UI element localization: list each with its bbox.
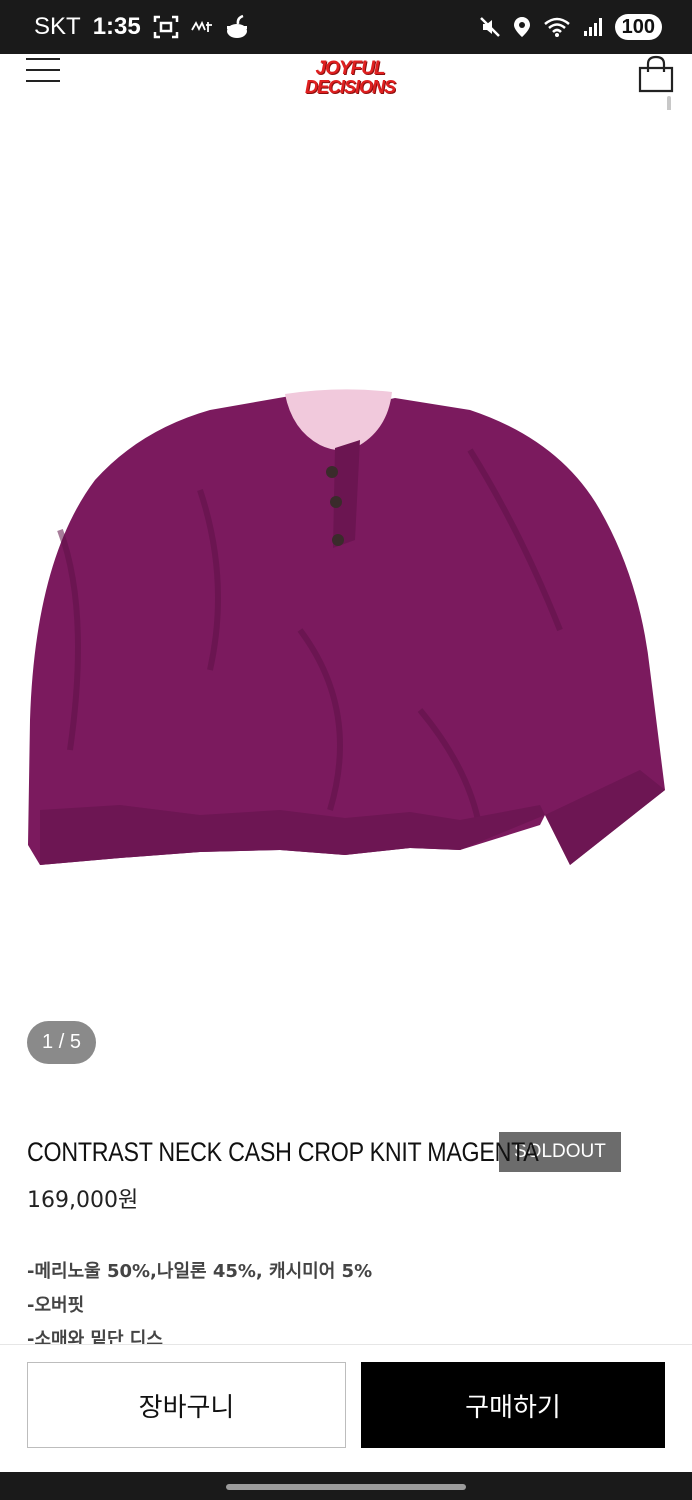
system-nav-bar <box>0 1472 692 1500</box>
status-bar: SKT 1:35 100 <box>0 0 692 54</box>
add-to-cart-button[interactable]: 장바구니 <box>27 1362 346 1448</box>
button-2 <box>330 496 342 508</box>
description-line: -오버핏 <box>27 1295 85 1316</box>
location-icon <box>513 17 530 37</box>
button-1 <box>326 466 338 478</box>
clock: 1:35 <box>92 13 141 40</box>
site-header: JOYFUL DECISIONS <box>0 54 692 110</box>
brand-logo[interactable]: JOYFUL DECISIONS <box>292 58 408 102</box>
screenshot-icon <box>153 15 178 39</box>
logo-line-1: JOYFUL <box>315 58 386 79</box>
battery-indicator: 100 <box>614 14 662 40</box>
sweater-image <box>28 389 665 865</box>
signal-icon <box>583 18 602 36</box>
wifi-icon <box>543 17 570 37</box>
product-image-carousel[interactable] <box>0 110 692 1070</box>
buy-now-button[interactable]: 구매하기 <box>361 1362 665 1448</box>
carrier-label: SKT <box>34 13 81 40</box>
bottom-action-bar: 장바구니 구매하기 <box>0 1344 692 1472</box>
product-title: CONTRAST NECK CASH CROP KNIT MAGENTA <box>27 1136 539 1167</box>
mute-icon <box>479 17 500 37</box>
hamburger-menu-icon[interactable] <box>26 58 60 84</box>
product-price: 169,000원 <box>27 1188 139 1213</box>
home-indicator[interactable] <box>226 1484 466 1490</box>
cup-icon <box>226 14 247 38</box>
notification-icon <box>190 20 212 32</box>
image-counter-text: 1 / 5 <box>42 1031 81 1053</box>
logo-line-2: DECISIONS <box>304 77 396 97</box>
shopping-bag-icon[interactable] <box>636 54 676 94</box>
description-line: -메리노울 50%,나일론 45%, 캐시미어 5% <box>27 1261 373 1282</box>
status-right: 100 <box>479 14 662 40</box>
product-title-row: CONTRAST NECK CASH CROP KNIT MAGENTA SOL… <box>27 1132 621 1172</box>
screen: SKT 1:35 100 JOYFUL DECISIONS 1 / 5 CONT… <box>0 0 692 1500</box>
button-3 <box>332 534 344 546</box>
image-counter-badge: 1 / 5 <box>27 1021 96 1064</box>
status-left: SKT 1:35 <box>34 13 251 41</box>
